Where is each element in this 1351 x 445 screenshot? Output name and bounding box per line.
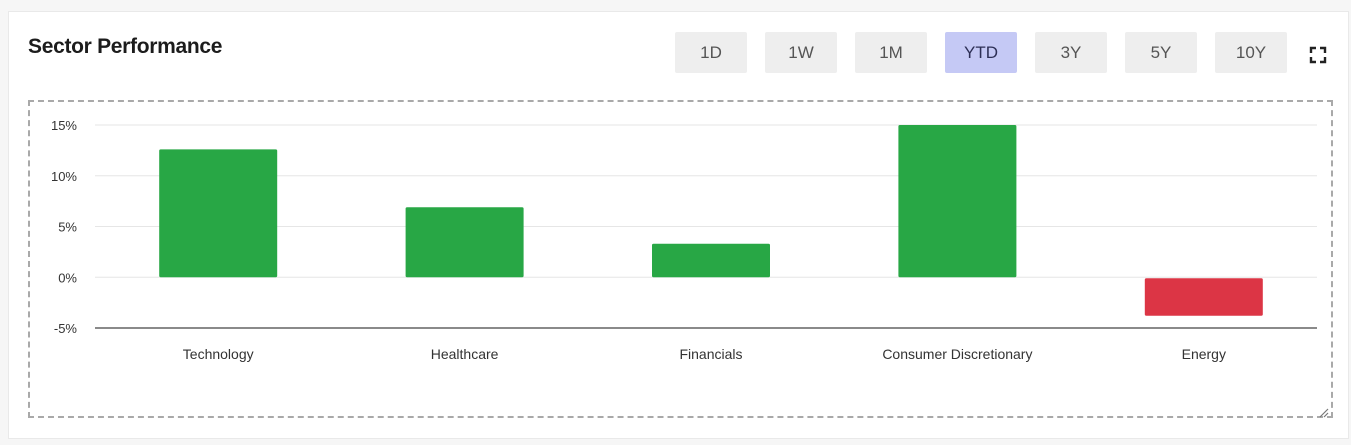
x-tick-label: Energy xyxy=(1182,346,1226,362)
range-tab-ytd[interactable]: YTD xyxy=(945,32,1017,73)
y-tick-label: 15% xyxy=(51,118,77,133)
bar-energy[interactable] xyxy=(1144,278,1263,316)
range-tab-1m[interactable]: 1M xyxy=(855,32,927,73)
y-tick-label: 10% xyxy=(51,169,77,184)
fullscreen-icon xyxy=(1309,46,1327,64)
x-tick-label: Financials xyxy=(679,346,742,362)
range-tab-1d[interactable]: 1D xyxy=(675,32,747,73)
y-tick-label: 5% xyxy=(58,220,77,235)
range-tab-10y[interactable]: 10Y xyxy=(1215,32,1287,73)
range-tab-1w[interactable]: 1W xyxy=(765,32,837,73)
range-tab-5y[interactable]: 5Y xyxy=(1125,32,1197,73)
y-tick-label: 0% xyxy=(58,270,77,285)
time-range-tabs: 1D 1W 1M YTD 3Y 5Y 10Y xyxy=(675,32,1287,73)
x-tick-label: Technology xyxy=(183,346,254,362)
x-tick-label: Healthcare xyxy=(431,346,499,362)
x-tick-label: Consumer Discretionary xyxy=(882,346,1032,362)
chart-title: Sector Performance xyxy=(28,35,223,58)
bar-consumer-discretionary[interactable] xyxy=(898,125,1017,278)
bar-financials[interactable] xyxy=(652,243,770,278)
range-tab-3y[interactable]: 3Y xyxy=(1035,32,1107,73)
bar-chart: 15% 10% 5% 0% -5% Technology Healthcare Financi… xyxy=(51,118,1317,362)
resize-handle[interactable] xyxy=(1317,405,1329,418)
sector-performance-card: Sector Performance 1D 1W 1M YTD 3Y 5Y 10… xyxy=(8,11,1349,439)
bar-healthcare[interactable] xyxy=(405,207,524,278)
resize-handle-icon xyxy=(1319,408,1329,418)
bar-technology[interactable] xyxy=(159,149,278,278)
fullscreen-button[interactable] xyxy=(1308,45,1328,65)
y-tick-label: -5% xyxy=(54,321,78,336)
